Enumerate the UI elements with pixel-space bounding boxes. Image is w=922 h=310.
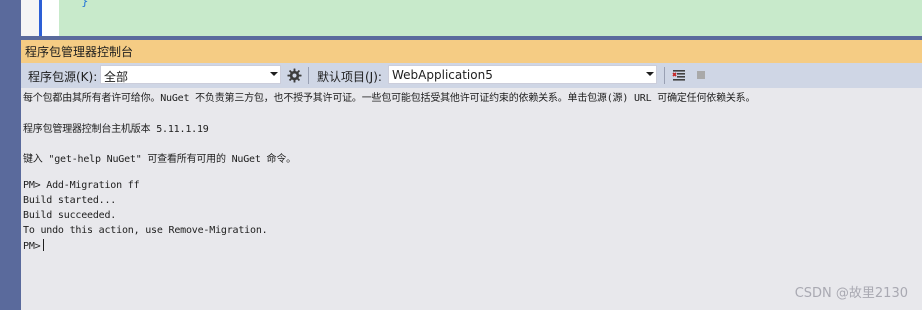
console-line: Build succeeded.	[23, 210, 117, 221]
tool-window-title: 程序包管理器控制台	[25, 45, 134, 59]
editor-gutter	[21, 0, 39, 36]
console-line: Build started...	[23, 195, 117, 206]
package-source-value: 全部	[104, 70, 129, 84]
code-editor[interactable]: }	[21, 0, 922, 36]
change-marker	[39, 0, 42, 36]
default-project-label: 默认项目(J):	[317, 70, 382, 84]
console-line: PM> Add-Migration ff	[23, 180, 140, 191]
settings-button[interactable]	[285, 66, 303, 84]
console-line: 每个包都由其所有者许可给你。NuGet 不负责第三方包，也不授予其许可证。一些包…	[23, 93, 756, 104]
chevron-down-icon	[270, 72, 278, 76]
console-line: 键入 "get-help NuGet" 可查看所有可用的 NuGet 命令。	[23, 154, 296, 165]
console-line: 程序包管理器控制台主机版本 5.11.1.19	[23, 124, 209, 135]
default-project-dropdown[interactable]: WebApplication5	[388, 65, 657, 84]
chevron-down-icon	[646, 72, 654, 76]
gear-icon	[286, 67, 302, 83]
toolbar-separator	[308, 67, 309, 84]
watermark: CSDN @故里2130	[794, 286, 908, 301]
console-prompt: PM>	[23, 241, 41, 252]
left-rail	[0, 0, 21, 310]
text-cursor	[43, 239, 45, 251]
editor-highlight-area[interactable]: }	[59, 0, 922, 36]
package-source-label: 程序包源(K):	[28, 70, 98, 84]
stop-icon	[697, 71, 705, 79]
console-output[interactable]: 每个包都由其所有者许可给你。NuGet 不负责第三方包，也不授予其许可证。一些包…	[21, 88, 922, 310]
console-toolbar: 程序包源(K): 全部 默认项目(J): WebApplication5	[21, 63, 922, 88]
default-project-value: WebApplication5	[392, 68, 493, 82]
stop-button[interactable]	[692, 66, 710, 84]
clear-console-icon	[672, 70, 685, 81]
brace-glyph: }	[81, 0, 89, 8]
console-line: To undo this action, use Remove-Migratio…	[23, 225, 268, 236]
console-prompt-line[interactable]: PM>	[23, 239, 45, 252]
clear-console-button[interactable]	[670, 66, 688, 84]
package-source-dropdown[interactable]: 全部	[100, 65, 281, 84]
tool-window-titlebar[interactable]: 程序包管理器控制台	[21, 40, 922, 63]
toolbar-separator	[664, 67, 665, 84]
